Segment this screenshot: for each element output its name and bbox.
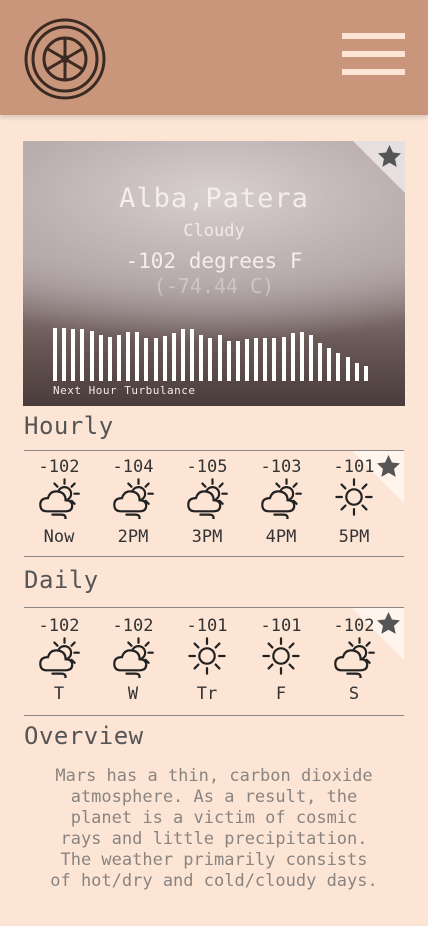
hamburger-menu-button[interactable] xyxy=(340,31,406,77)
turbulence-bar xyxy=(98,335,103,381)
star-icon[interactable] xyxy=(376,143,403,170)
forecast-temp: -102 xyxy=(38,457,80,477)
turbulence-bar xyxy=(80,329,85,381)
turbulence-bar xyxy=(181,329,185,381)
turbulence-bar xyxy=(217,335,222,381)
turbulence-bar xyxy=(254,338,259,381)
menu-bar xyxy=(342,51,405,57)
turbulence-bar xyxy=(226,341,231,381)
turbulence-bar xyxy=(144,338,149,381)
ship-wheel-icon[interactable] xyxy=(23,17,107,101)
app-header xyxy=(0,0,428,115)
daily-title: Daily xyxy=(24,566,99,594)
forecast-label: S xyxy=(348,684,360,704)
turbulence-bar xyxy=(345,357,350,381)
cloudy-sun-icon xyxy=(334,637,375,678)
turbulence-bar xyxy=(336,353,341,381)
cloudy-sun-icon xyxy=(113,637,154,678)
cloudy-sun-icon xyxy=(39,637,80,678)
forecast-temp: -101 xyxy=(260,616,302,636)
turbulence-chart xyxy=(53,327,373,381)
forecast-temp: -101 xyxy=(186,616,228,636)
cloudy-sun-icon xyxy=(113,478,154,519)
turbulence-bar xyxy=(245,339,249,381)
turbulence-bar xyxy=(162,336,167,381)
turbulence-bar xyxy=(107,337,112,381)
turbulence-bar xyxy=(62,328,67,381)
turbulence-bar xyxy=(153,338,158,381)
turbulence-label: Next Hour Turbulance xyxy=(53,384,196,397)
forecast-temp: -102 xyxy=(333,616,375,636)
turbulence-bar xyxy=(363,366,368,381)
hourly-title: Hourly xyxy=(24,412,114,440)
divider xyxy=(24,715,404,716)
forecast-temp: -101 xyxy=(333,457,375,477)
turbulence-bar xyxy=(117,335,121,381)
forecast-temp: -103 xyxy=(260,457,302,477)
forecast-label: Tr xyxy=(196,684,218,704)
sun-icon xyxy=(335,478,373,516)
turbulence-bar xyxy=(71,329,76,381)
turbulence-bar xyxy=(299,332,304,381)
forecast-temp: -105 xyxy=(186,457,228,477)
turbulence-bar xyxy=(318,343,323,381)
overview-title: Overview xyxy=(24,722,144,750)
weather-condition: Cloudy xyxy=(183,221,245,241)
current-weather-card: Alba,Patera Cloudy -102 degrees F (-74.4… xyxy=(23,141,405,406)
forecast-label: T xyxy=(53,684,65,704)
turbulence-bar xyxy=(263,338,268,381)
forecast-label: W xyxy=(127,684,139,704)
cloudy-sun-icon xyxy=(187,478,228,519)
turbulence-bar xyxy=(53,328,57,381)
turbulence-bar xyxy=(290,333,295,381)
city-name: Alba,Patera xyxy=(119,183,309,214)
turbulence-bar xyxy=(281,337,286,381)
forecast-temp: -102 xyxy=(38,616,80,636)
forecast-temp: -102 xyxy=(112,616,154,636)
forecast-label: F xyxy=(275,684,287,704)
forecast-label: Now xyxy=(43,527,75,547)
hourly-forecast: -102 Now -104 2PM -105 3PM -103 4PM -101 5PM xyxy=(24,451,404,556)
turbulence-bar xyxy=(199,335,204,381)
temperature-f: -102 degrees F xyxy=(125,249,303,273)
turbulence-bar xyxy=(126,332,131,381)
turbulence-bar xyxy=(135,332,140,381)
cloudy-sun-icon xyxy=(39,478,80,519)
sun-icon xyxy=(262,637,300,675)
turbulence-bar xyxy=(272,338,277,381)
menu-bar xyxy=(342,69,405,75)
turbulence-bar xyxy=(354,363,359,381)
turbulence-bar xyxy=(208,338,213,381)
overview-text: Mars has a thin, carbon dioxide atmosphe… xyxy=(50,766,378,891)
forecast-temp: -104 xyxy=(112,457,154,477)
divider xyxy=(24,556,404,557)
cloudy-sun-icon xyxy=(261,478,302,519)
turbulence-bar xyxy=(327,348,332,381)
turbulence-bar xyxy=(89,331,94,381)
turbulence-bar xyxy=(190,329,195,381)
forecast-label: 5PM xyxy=(338,527,370,547)
sun-icon xyxy=(188,637,226,675)
turbulence-bar xyxy=(235,341,240,381)
turbulence-bar xyxy=(309,335,313,381)
temperature-c: (-74.44 C) xyxy=(153,274,275,298)
forecast-label: 4PM xyxy=(265,527,297,547)
forecast-label: 3PM xyxy=(191,527,223,547)
daily-forecast: -102 T -102 W -101 Tr -101 F -102 S xyxy=(24,608,404,715)
forecast-label: 2PM xyxy=(117,527,149,547)
menu-bar xyxy=(342,33,405,39)
turbulence-bar xyxy=(171,333,176,381)
